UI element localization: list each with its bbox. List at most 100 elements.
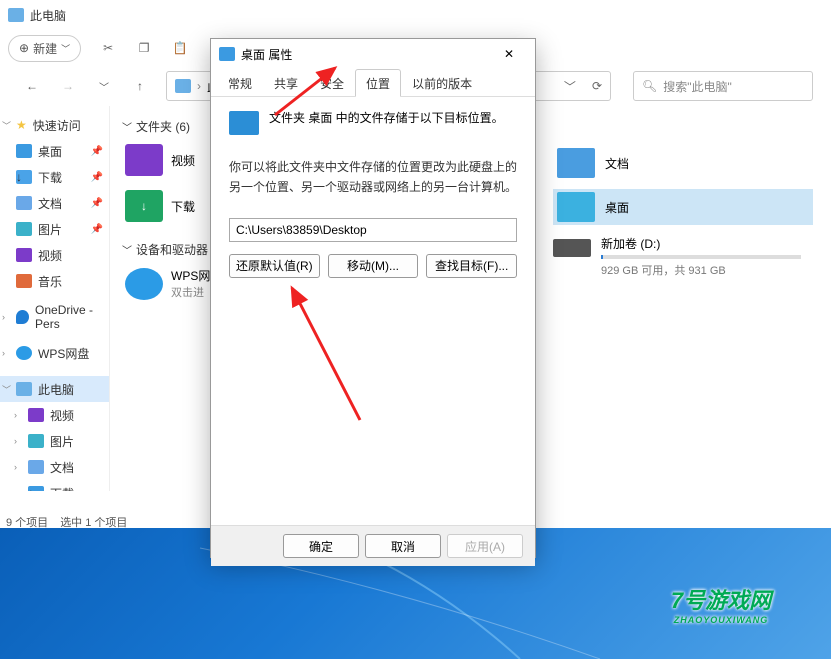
move-button[interactable]: 移动(M)... <box>328 254 419 278</box>
chevron-down-icon[interactable]: ﹀ <box>90 72 118 100</box>
sidebar-label: 下载 <box>50 485 74 492</box>
sidebar-sub-documents[interactable]: ›文档 <box>0 454 109 480</box>
document-icon <box>16 196 32 210</box>
new-button-label: 新建 <box>33 40 57 57</box>
right-column: 文档 桌面 新加卷 (D:) 929 GB 可用，共 931 GB <box>553 145 813 278</box>
folder-label: 视频 <box>171 152 195 169</box>
new-button[interactable]: ⊕ 新建 ﹀ <box>8 35 81 62</box>
document-icon <box>557 148 595 178</box>
ok-button[interactable]: 确定 <box>283 534 359 558</box>
dialog-tabs: 常规 共享 安全 位置 以前的版本 <box>211 69 535 97</box>
wps-icon <box>16 346 32 360</box>
pc-icon <box>8 8 24 22</box>
explorer-titlebar: 此电脑 <box>0 0 831 30</box>
sidebar-item-desktop[interactable]: 桌面 📌 <box>0 138 109 164</box>
back-button[interactable]: ← <box>18 72 46 100</box>
dialog-titlebar[interactable]: 桌面 属性 ✕ <box>211 39 535 69</box>
sidebar-label: 下载 <box>38 169 62 186</box>
folder-label: 下载 <box>171 198 195 215</box>
folder-documents[interactable]: 文档 <box>553 145 813 181</box>
dialog-body: 文件夹 桌面 中的文件存储于以下目标位置。 你可以将此文件夹中文件存储的位置更改… <box>211 97 535 525</box>
pin-icon: 📌 <box>91 198 103 209</box>
sidebar-label: 桌面 <box>38 143 62 160</box>
video-icon <box>16 248 32 262</box>
sidebar-label: 此电脑 <box>38 381 74 398</box>
sidebar-item-pictures[interactable]: 图片 📌 <box>0 216 109 242</box>
chevron-down-icon: ﹀ <box>122 119 132 134</box>
apply-button[interactable]: 应用(A) <box>447 534 523 558</box>
sidebar-label: 图片 <box>38 221 62 238</box>
sidebar-quick-access[interactable]: ﹀★快速访问 <box>0 112 109 138</box>
location-path-input[interactable] <box>229 218 517 242</box>
restore-default-button[interactable]: 还原默认值(R) <box>229 254 320 278</box>
sidebar-sub-downloads[interactable]: ›↓下载 <box>0 480 109 491</box>
drive-sublabel: 929 GB 可用，共 931 GB <box>601 262 801 278</box>
sidebar-wps[interactable]: ›WPS网盘 <box>0 340 109 366</box>
desktop-icon <box>557 192 595 222</box>
sidebar-label: WPS网盘 <box>38 345 89 362</box>
sidebar-label: OneDrive - Pers <box>35 303 105 331</box>
download-icon: ↓ <box>125 190 163 222</box>
close-button[interactable]: ✕ <box>491 40 527 68</box>
desktop-icon <box>229 111 259 135</box>
device-sublabel: 双击进 <box>171 284 210 300</box>
pin-icon: 📌 <box>91 172 103 183</box>
tab-general[interactable]: 常规 <box>217 69 263 96</box>
sidebar-item-documents[interactable]: 文档 📌 <box>0 190 109 216</box>
drive-label: 新加卷 (D:) <box>601 235 801 252</box>
sidebar-item-downloads[interactable]: ↓下载📌 <box>0 164 109 190</box>
drive-d[interactable]: 新加卷 (D:) 929 GB 可用，共 931 GB <box>553 235 813 278</box>
cut-icon[interactable]: ✂ <box>99 39 117 57</box>
sidebar-onedrive[interactable]: ›OneDrive - Pers <box>0 304 109 330</box>
sidebar-label: 图片 <box>50 433 74 450</box>
search-placeholder: 搜索"此电脑" <box>663 78 732 95</box>
watermark-subtext: ZHAOYOUXIWANG <box>671 615 771 625</box>
star-icon: ★ <box>16 118 27 132</box>
up-button[interactable]: ↑ <box>126 72 154 100</box>
onedrive-icon <box>16 310 29 324</box>
desktop-icon <box>219 47 235 61</box>
cancel-button[interactable]: 取消 <box>365 534 441 558</box>
tab-sharing[interactable]: 共享 <box>263 69 309 96</box>
download-icon: ↓ <box>28 486 44 491</box>
sidebar-thispc[interactable]: ﹀此电脑 <box>0 376 109 402</box>
chevron-down-icon[interactable]: ﹀ <box>564 78 576 95</box>
drive-icon <box>553 239 591 257</box>
dialog-heading-text: 文件夹 桌面 中的文件存储于以下目标位置。 <box>269 109 504 128</box>
sidebar-sub-pictures[interactable]: ›图片 <box>0 428 109 454</box>
paste-icon[interactable]: 📋 <box>171 39 189 57</box>
chevron-down-icon: ﹀ <box>122 242 132 257</box>
pin-icon: 📌 <box>91 146 103 157</box>
drive-usage-bar <box>601 255 801 259</box>
watermark-text: 7号游戏网 <box>671 588 771 613</box>
search-input[interactable]: 🔍︎ 搜索"此电脑" <box>633 71 813 101</box>
pc-icon <box>175 79 191 93</box>
tab-previous[interactable]: 以前的版本 <box>401 69 483 96</box>
dialog-footer: 确定 取消 应用(A) <box>211 525 535 566</box>
video-icon <box>28 408 44 422</box>
tab-location[interactable]: 位置 <box>355 69 401 97</box>
music-icon <box>16 274 32 288</box>
sidebar-label: 文档 <box>38 195 62 212</box>
document-icon <box>28 460 44 474</box>
sidebar-label: 快速访问 <box>33 117 81 134</box>
sidebar-label: 视频 <box>38 247 62 264</box>
tab-security[interactable]: 安全 <box>309 69 355 96</box>
sidebar-label: 文档 <box>50 459 74 476</box>
sidebar-item-music[interactable]: 音乐 <box>0 268 109 294</box>
copy-icon[interactable]: ❐ <box>135 39 153 57</box>
dialog-title-text: 桌面 属性 <box>241 46 292 63</box>
properties-dialog: 桌面 属性 ✕ 常规 共享 安全 位置 以前的版本 文件夹 桌面 中的文件存储于… <box>210 38 536 558</box>
sidebar-item-videos[interactable]: 视频 <box>0 242 109 268</box>
forward-button[interactable]: → <box>54 72 82 100</box>
section-label: 文件夹 (6) <box>136 118 190 135</box>
folder-label: 文档 <box>605 155 629 172</box>
dialog-description: 你可以将此文件夹中文件存储的位置更改为此硬盘上的另一个位置、另一个驱动器或网络上… <box>229 157 517 198</box>
pin-icon: 📌 <box>91 224 103 235</box>
find-target-button[interactable]: 查找目标(F)... <box>426 254 517 278</box>
folder-desktop[interactable]: 桌面 <box>553 189 813 225</box>
sidebar-sub-videos[interactable]: ›视频 <box>0 402 109 428</box>
sidebar: ﹀★快速访问 桌面📌 ↓下载📌 文档📌 图片📌 视频 音乐 ›OneDrive … <box>0 106 110 491</box>
refresh-icon[interactable]: ⟳ <box>592 79 602 93</box>
watermark-logo: 7号游戏网 ZHAOYOUXIWANG <box>621 569 821 639</box>
